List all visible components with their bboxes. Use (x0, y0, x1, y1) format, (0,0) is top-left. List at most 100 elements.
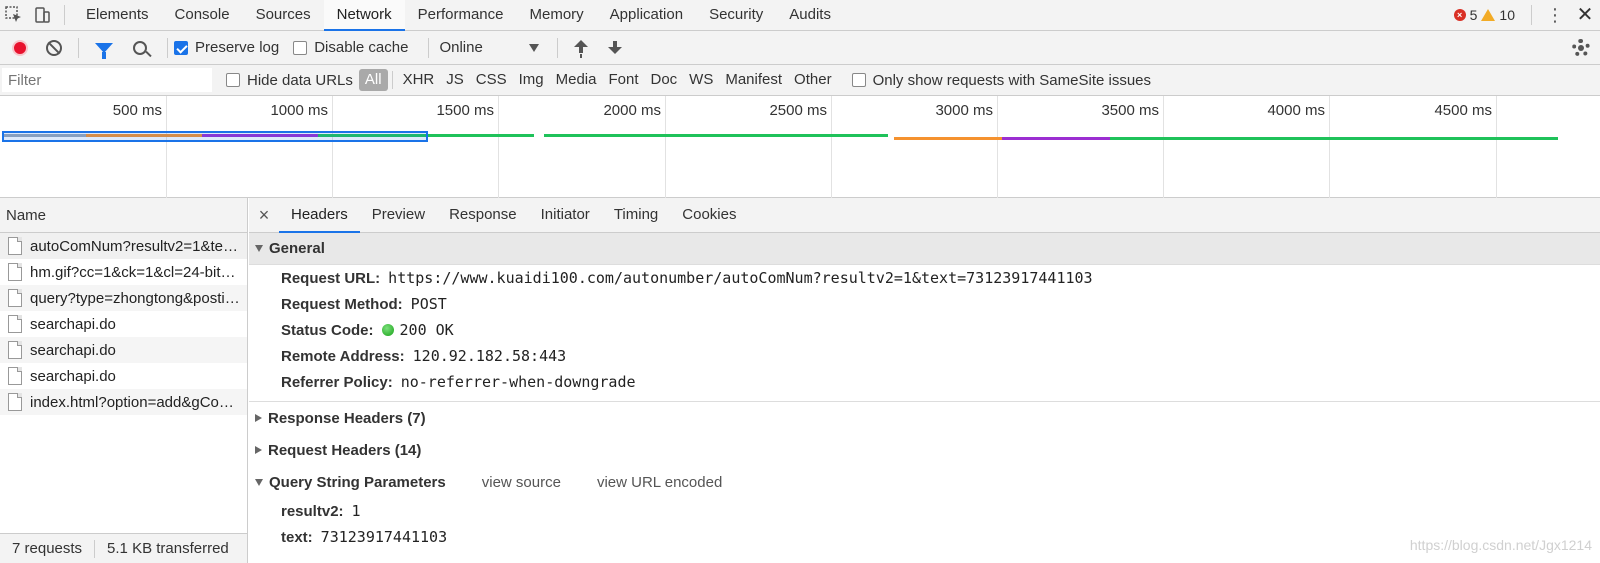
header-key: Request URL: (281, 269, 381, 287)
view-source-link[interactable]: view source (482, 474, 561, 491)
tab-preview[interactable]: Preview (360, 198, 437, 233)
tab-application[interactable]: Application (597, 0, 696, 31)
type-filter-manifest[interactable]: Manifest (719, 69, 788, 91)
timeline-tick-label: 1000 ms (270, 102, 328, 119)
query-string-title: Query String Parameters (269, 473, 446, 491)
request-row[interactable]: autoComNum?resultv2=1&text=7312391744110… (0, 233, 247, 259)
timeline-tick-label: 4000 ms (1267, 102, 1325, 119)
network-overview-timeline[interactable]: 500 ms 1000 ms 1500 ms 2000 ms 2500 ms 3… (0, 96, 1600, 198)
request-headers-section-header[interactable]: Request Headers (14) (249, 434, 1600, 466)
filter-bar: Hide data URLs All XHR JS CSS Img Media … (0, 65, 1600, 96)
warning-count: 10 (1499, 7, 1515, 23)
export-har-icon[interactable] (608, 40, 623, 56)
request-details: × Headers Preview Response Initiator Tim… (249, 198, 1600, 563)
tab-audits[interactable]: Audits (776, 0, 844, 31)
timeline-tick-label: 4500 ms (1434, 102, 1492, 119)
checkbox-unchecked-icon[interactable] (851, 73, 866, 87)
type-filter-all[interactable]: All (358, 69, 388, 91)
hide-data-urls-checkbox[interactable]: Hide data URLs (226, 72, 353, 89)
type-filter-font[interactable]: Font (602, 69, 644, 91)
toolbar-divider (1531, 5, 1532, 25)
samesite-issues-checkbox[interactable]: Only show requests with SameSite issues (851, 72, 1151, 89)
type-filter-css[interactable]: CSS (470, 69, 513, 91)
network-toolbar: Preserve log Disable cache Online (0, 31, 1600, 65)
device-toolbar-icon[interactable] (28, 0, 56, 31)
throttling-select[interactable]: Online (439, 39, 540, 56)
general-section-header[interactable]: General (249, 233, 1600, 265)
file-icon (8, 341, 22, 359)
timeline-tick-label: 500 ms (112, 102, 162, 119)
type-filter-media[interactable]: Media (550, 69, 603, 91)
request-name: searchapi.do (30, 341, 116, 359)
header-value: https://www.kuaidi100.com/autonumber/aut… (388, 269, 1093, 287)
request-row[interactable]: searchapi.do (0, 363, 247, 389)
tab-timing[interactable]: Timing (602, 198, 670, 233)
clear-button[interactable] (46, 39, 62, 56)
header-value: POST (410, 295, 447, 313)
timeline-gridline (665, 96, 666, 198)
close-details-icon[interactable]: × (249, 205, 279, 226)
view-url-encoded-link[interactable]: view URL encoded (597, 474, 722, 491)
tab-console[interactable]: Console (162, 0, 243, 31)
header-row-remote-address: Remote Address: 120.92.182.58:443 (249, 343, 1600, 369)
header-value: 200 OK (399, 321, 454, 339)
tab-headers[interactable]: Headers (279, 198, 360, 233)
tab-security[interactable]: Security (696, 0, 776, 31)
timeline-tick-label: 3000 ms (935, 102, 993, 119)
request-bar (1002, 137, 1110, 140)
type-filter-img[interactable]: Img (513, 69, 550, 91)
type-filter-doc[interactable]: Doc (644, 69, 683, 91)
param-value: 73123917441103 (320, 528, 448, 546)
timeline-gridline (997, 96, 998, 198)
response-headers-section-header[interactable]: Response Headers (7) (249, 402, 1600, 434)
request-row[interactable]: searchapi.do (0, 337, 247, 363)
tab-sources[interactable]: Sources (243, 0, 324, 31)
inspect-element-icon[interactable] (0, 0, 28, 31)
record-button[interactable] (12, 39, 28, 56)
tab-initiator[interactable]: Initiator (529, 198, 602, 233)
type-filter-ws[interactable]: WS (683, 69, 719, 91)
request-row[interactable]: query?type=zhongtong&postid=731239174411… (0, 285, 247, 311)
disable-cache-checkbox[interactable]: Disable cache (293, 39, 408, 56)
preserve-log-checkbox[interactable]: Preserve log (174, 39, 279, 56)
tab-performance[interactable]: Performance (405, 0, 517, 31)
tab-network[interactable]: Network (323, 0, 405, 31)
request-row[interactable]: hm.gif?cc=1&ck=1&cl=24-bit&ds=1440x900 (0, 259, 247, 285)
tab-response[interactable]: Response (437, 198, 529, 233)
type-filter-xhr[interactable]: XHR (397, 69, 441, 91)
header-row-referrer-policy: Referrer Policy: no-referrer-when-downgr… (249, 369, 1600, 395)
tab-memory[interactable]: Memory (517, 0, 597, 31)
filter-toggle-icon[interactable] (95, 42, 113, 59)
warning-icon (1481, 9, 1496, 21)
throttling-value: Online (439, 39, 483, 56)
search-icon[interactable] (133, 40, 147, 55)
import-har-icon[interactable] (574, 39, 589, 56)
timeline-tick-label: 3500 ms (1101, 102, 1159, 119)
timeline-selection-window[interactable] (2, 131, 428, 142)
timeline-gridline (498, 96, 499, 198)
checkbox-unchecked-icon[interactable] (226, 73, 240, 87)
checkbox-checked-icon[interactable] (174, 40, 188, 55)
type-filter-js[interactable]: JS (440, 69, 470, 91)
query-param-row: text: 73123917441103 (249, 524, 1600, 550)
tab-elements[interactable]: Elements (73, 0, 162, 31)
gear-icon[interactable] (1572, 38, 1590, 57)
panel-tabs: Elements Console Sources Network Perform… (73, 0, 844, 31)
triangle-right-icon (255, 446, 262, 454)
name-column-header[interactable]: Name (0, 198, 247, 233)
tab-cookies[interactable]: Cookies (670, 198, 748, 233)
type-filter-other[interactable]: Other (788, 69, 838, 91)
watermark: https://blog.csdn.net/Jgx1214 (1409, 537, 1592, 553)
checkbox-unchecked-icon[interactable] (293, 40, 308, 55)
timeline-gridline (332, 96, 333, 198)
request-row[interactable]: index.html?option=add&gCode=1 (0, 389, 247, 415)
preserve-log-label: Preserve log (195, 39, 280, 56)
header-row-request-url: Request URL: https://www.kuaidi100.com/a… (249, 265, 1600, 291)
filter-input[interactable] (2, 68, 212, 92)
error-counter[interactable]: × 5 10 (1453, 7, 1515, 23)
query-string-section-header[interactable]: Query String Parameters view source view… (249, 466, 1600, 498)
status-ok-icon (381, 324, 394, 336)
request-row[interactable]: searchapi.do (0, 311, 247, 337)
close-devtools-icon[interactable]: ✕ (1570, 0, 1600, 31)
more-options-icon[interactable]: ⋮ (1540, 0, 1570, 31)
